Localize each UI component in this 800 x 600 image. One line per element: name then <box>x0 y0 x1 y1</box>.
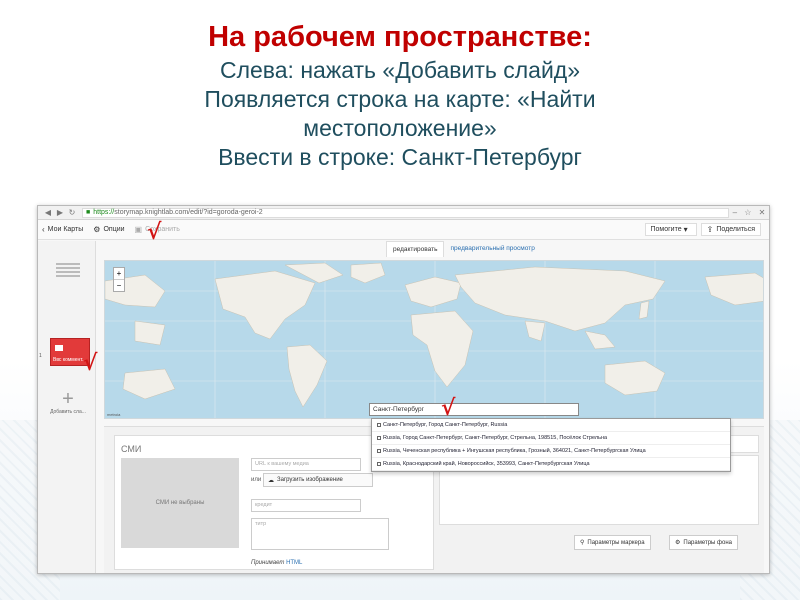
my-maps-label: Мои Карты <box>47 226 84 233</box>
gear-icon: ⚙ <box>93 225 101 234</box>
zoom-control: + − <box>113 267 125 292</box>
instruction-line-2: Появляется строка на карте: «Найти <box>204 86 596 112</box>
media-title: СМИ <box>121 444 142 454</box>
accepts-prefix: Принимает <box>251 560 285 566</box>
background-params-label: Параметры фона <box>683 539 732 546</box>
close-icon[interactable]: ✕ <box>759 208 766 217</box>
media-placeholder-text: СМИ не выбраны <box>155 500 205 506</box>
slide-number: 1 <box>39 353 42 359</box>
credit-input[interactable]: кредит <box>251 499 361 512</box>
search-results-dropdown: Санкт-Петербург, Город Санкт-Петербург, … <box>371 418 731 472</box>
share-icon: ⇪ <box>706 225 714 234</box>
upload-image-button[interactable]: ☁ Загрузить изображение <box>263 473 373 487</box>
tab-preview[interactable]: предварительный просмотр <box>444 241 540 257</box>
zoom-out-button[interactable]: − <box>114 279 124 291</box>
browser-window: ◀ ▶ ↻ ■ https:// storymap.knightlab.com/… <box>37 205 770 574</box>
slide-title: На рабочем пространстве: <box>208 21 592 53</box>
slide-title-block: На рабочем пространстве: Слева: нажать «… <box>0 18 800 172</box>
credit-placeholder: кредит <box>255 502 273 508</box>
search-result[interactable]: Санкт-Петербург, Город Санкт-Петербург, … <box>372 419 730 432</box>
or-label: или <box>251 477 262 483</box>
share-label: Поделиться <box>716 226 755 233</box>
reload-icon[interactable]: ↻ <box>66 208 78 217</box>
world-map[interactable]: + − metroia <box>104 260 764 419</box>
instruction-line-3: местоположение» <box>303 115 497 141</box>
zoom-in-button[interactable]: + <box>114 268 124 279</box>
map-pin-icon: ⚲ <box>580 540 585 546</box>
url-scheme: https:// <box>93 209 115 216</box>
options-button[interactable]: ⚙ Опции <box>93 225 124 234</box>
my-maps-button[interactable]: ‹ Мои Карты <box>42 225 83 234</box>
caption-placeholder: титр <box>255 521 267 527</box>
location-search-input[interactable]: Санкт-Петербург <box>369 403 579 416</box>
search-result[interactable]: Russia, Чеченская республика + Ингушская… <box>372 445 730 458</box>
tab-edit[interactable]: редактировать <box>386 241 445 257</box>
chevron-left-icon: ‹ <box>42 225 45 234</box>
media-url-placeholder: URL к вашему медиа <box>255 461 309 467</box>
options-label: Опции <box>103 226 125 233</box>
instruction-line-1: Слева: нажать «Добавить слайд» <box>219 57 581 83</box>
title-slide-thumb[interactable] <box>48 261 88 291</box>
share-button[interactable]: ⇪ Поделиться <box>700 223 761 236</box>
upload-icon: ☁ <box>268 477 274 484</box>
annotation-check-options: √ <box>147 219 162 245</box>
mode-tabs: редактировать предварительный просмотр <box>386 241 541 257</box>
annotation-check-add-slide: √ <box>83 350 98 376</box>
search-result[interactable]: Russia, Краснодарский край, Новороссийск… <box>372 458 730 471</box>
annotation-check-search: √ <box>441 395 456 421</box>
caret-down-icon: ▾ <box>683 225 688 234</box>
map-attribution: metroia <box>107 412 121 417</box>
slide-thumb-caption: Ввс коммент... <box>53 357 87 363</box>
accepts-note: Принимает HTML <box>251 560 302 566</box>
search-result[interactable]: Russia, Город Санкт-Петербург, Санкт-Пет… <box>372 432 730 445</box>
url-field[interactable]: ■ https:// storymap.knightlab.com/edit/?… <box>82 207 729 218</box>
lock-icon: ■ <box>86 209 91 216</box>
add-slide-button[interactable]: + Добавить сла... <box>46 389 90 415</box>
slides-sidebar: 1 Ввс коммент... + Добавить сла... <box>38 241 96 573</box>
save-icon: ▣ <box>134 225 143 234</box>
upload-label: Загрузить изображение <box>277 477 343 483</box>
help-button[interactable]: Помогите ▾ <box>644 223 697 236</box>
forward-icon[interactable]: ▶ <box>54 208 66 217</box>
instruction-line-4: Ввести в строке: Санкт-Петербург <box>218 144 582 170</box>
caption-input[interactable]: титр <box>251 518 389 550</box>
marker-params-label: Параметры маркера <box>587 539 645 546</box>
gear-icon: ⚙ <box>675 540 681 546</box>
slide-mini-icon <box>55 345 63 351</box>
html-link[interactable]: HTML <box>286 560 302 566</box>
marker-params-button[interactable]: ⚲ Параметры маркера <box>574 535 651 550</box>
back-icon[interactable]: ◀ <box>42 208 54 217</box>
url-text: storymap.knightlab.com/edit/?id=goroda-g… <box>114 209 263 216</box>
star-icon[interactable]: ☆ <box>744 208 751 217</box>
media-preview: СМИ не выбраны <box>121 458 239 548</box>
browser-address-bar: ◀ ▶ ↻ ■ https:// storymap.knightlab.com/… <box>38 206 769 220</box>
media-url-input[interactable]: URL к вашему медиа <box>251 458 361 471</box>
help-label: Помогите <box>650 226 682 233</box>
minimize-icon[interactable]: – <box>733 208 737 217</box>
plus-icon: + <box>62 388 74 410</box>
background-params-button[interactable]: ⚙ Параметры фона <box>669 535 738 550</box>
add-slide-label: Добавить сла... <box>50 409 86 415</box>
world-map-graphic <box>105 261 763 418</box>
